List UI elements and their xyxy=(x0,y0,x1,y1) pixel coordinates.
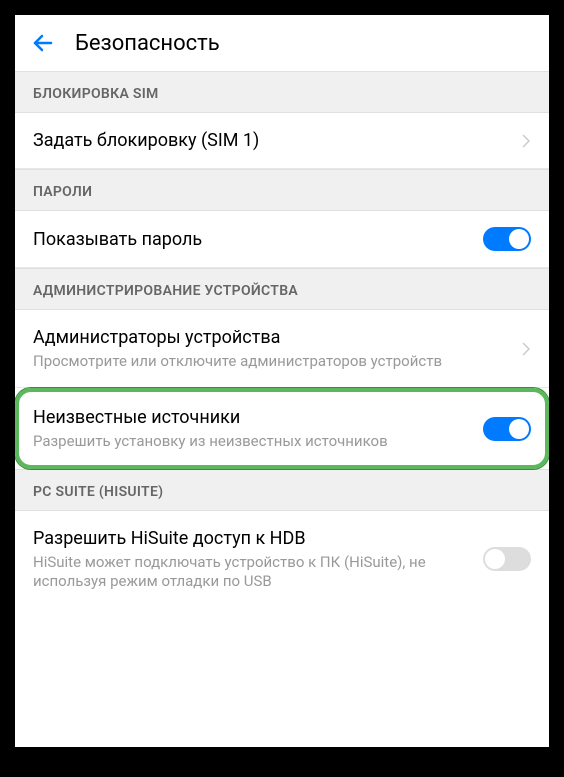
hisuite-hdb-row[interactable]: Разрешить HiSuite доступ к HDB HiSuite м… xyxy=(15,511,549,607)
show-password-row[interactable]: Показывать пароль xyxy=(15,211,549,268)
device-admins-subtitle: Просмотрите или отключите администраторо… xyxy=(33,352,513,372)
unknown-sources-row[interactable]: Неизвестные источники Разрешить установк… xyxy=(15,388,549,469)
chevron-right-icon xyxy=(521,133,531,149)
show-password-toggle[interactable] xyxy=(483,227,531,251)
toggle-knob xyxy=(485,549,505,569)
hisuite-hdb-subtitle: HiSuite может подключать устройство к ПК… xyxy=(33,553,475,592)
chevron-right-icon xyxy=(521,341,531,357)
hisuite-hdb-title: Разрешить HiSuite доступ к HDB xyxy=(33,527,475,550)
section-header-pc-suite: PC SUITE (HISUITE) xyxy=(15,469,549,511)
back-button[interactable] xyxy=(31,31,55,55)
header-bar: Безопасность xyxy=(15,15,549,71)
section-header-device-admin: АДМИНИСТРИРОВАНИЕ УСТРОЙСТВА xyxy=(15,268,549,310)
section-header-passwords: ПАРОЛИ xyxy=(15,169,549,211)
device-admins-title: Администраторы устройства xyxy=(33,326,513,349)
sim-lock-title: Задать блокировку (SIM 1) xyxy=(33,129,513,152)
show-password-title: Показывать пароль xyxy=(33,228,475,251)
page-title: Безопасность xyxy=(75,31,220,56)
unknown-sources-title: Неизвестные источники xyxy=(33,406,475,429)
unknown-sources-subtitle: Разрешить установку из неизвестных источ… xyxy=(33,432,475,452)
section-header-sim: БЛОКИРОВКА SIM xyxy=(15,71,549,113)
toggle-knob xyxy=(509,229,529,249)
device-admins-row[interactable]: Администраторы устройства Просмотрите ил… xyxy=(15,310,549,388)
sim-lock-row[interactable]: Задать блокировку (SIM 1) xyxy=(15,113,549,169)
toggle-knob xyxy=(509,419,529,439)
hisuite-hdb-toggle[interactable] xyxy=(483,547,531,571)
unknown-sources-toggle[interactable] xyxy=(483,417,531,441)
settings-screen: Безопасность БЛОКИРОВКА SIM Задать блоки… xyxy=(15,15,549,747)
